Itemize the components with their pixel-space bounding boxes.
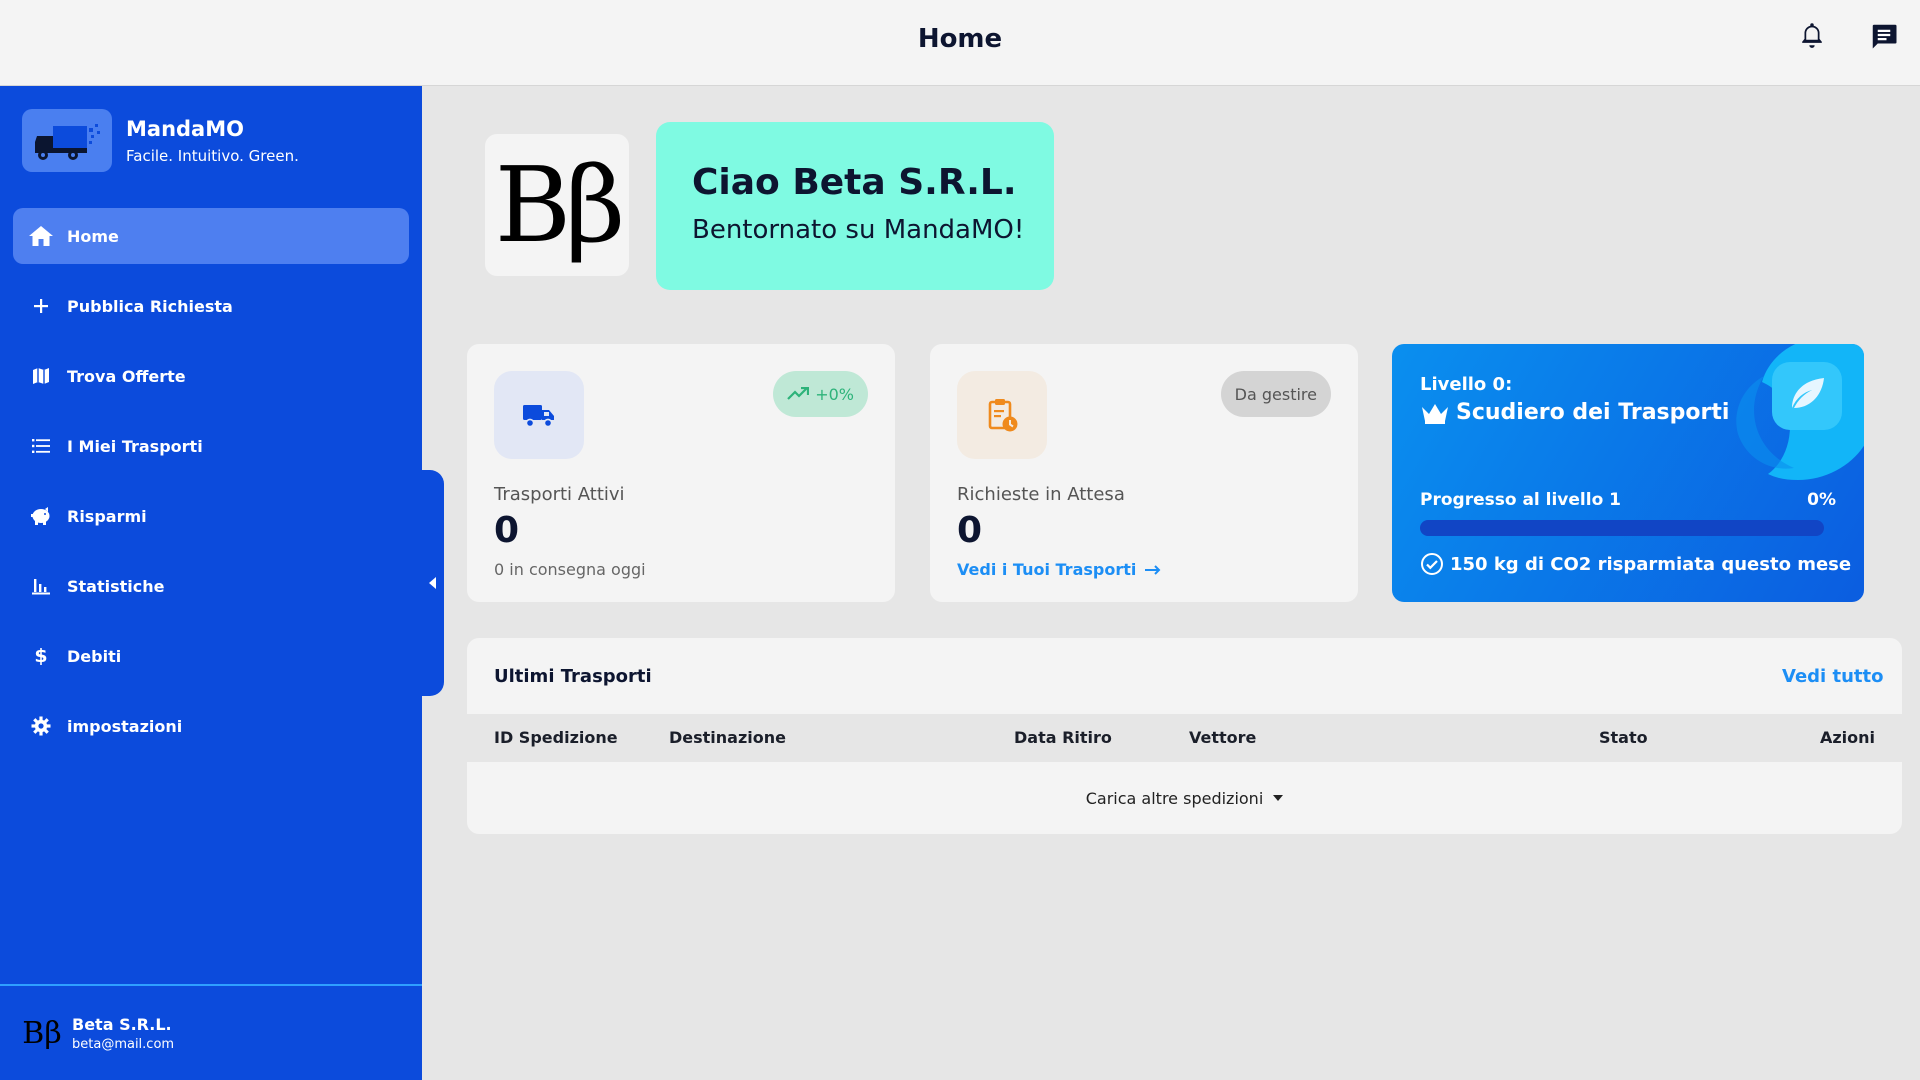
sidebar-item-i-miei-trasporti[interactable]: I Miei Trasporti [13,418,409,474]
user-name: Beta S.R.L. [72,1014,172,1034]
level-name: Scudiero dei Trasporti [1456,400,1730,425]
map-icon [27,362,55,390]
sidebar-item-label: Home [67,226,119,246]
greeting-banner: Ciao Beta S.R.L. Bentornato su MandaMO! [656,122,1054,290]
recent-transports-table: Ultimi Trasporti Vedi tutto ID Spedizion… [467,638,1902,834]
avatar: Bβ [20,1011,64,1055]
sidebar-item-statistiche[interactable]: Statistiche [13,558,409,614]
main-content: Bβ Ciao Beta S.R.L. Bentornato su MandaM… [422,86,1920,1080]
company-logo: Bβ [485,134,629,276]
co2-row: 150 kg di CO2 risparmiata questo mese [1420,552,1851,576]
crown-icon [1422,403,1448,424]
active-transports-card: +0% Trasporti Attivi 0 0 in consegna ogg… [467,344,895,602]
sidebar-item-trova-offerte[interactable]: Trova Offerte [13,348,409,404]
trend-value: +0% [815,384,854,404]
leaf-badge-icon [1736,344,1864,480]
top-bar: Home [0,0,1920,86]
level-label: Livello 0: [1420,374,1513,395]
view-transports-link[interactable]: Vedi i Tuoi Trasporti [957,560,1162,579]
sidebar-item-label: Risparmi [67,506,147,526]
sidebar-item-impostazioni[interactable]: impostazioni [13,698,409,754]
card-label: Trasporti Attivi [494,484,625,505]
sidebar-item-label: Debiti [67,646,122,666]
list-icon [27,432,55,460]
brand-tagline: Facile. Intuitivo. Green. [126,146,299,165]
user-profile[interactable]: Bβ Beta S.R.L. beta@mail.com [0,984,422,1080]
sidebar-item-debiti[interactable]: $ Debiti [13,628,409,684]
trending-up-icon [787,387,810,400]
view-all-link[interactable]: Vedi tutto [1782,666,1902,687]
column-header[interactable]: Data Ritiro [1014,728,1112,747]
table-header: ID Spedizione Destinazione Data Ritiro V… [467,714,1902,762]
sidebar-item-label: Trova Offerte [67,366,186,386]
co2-text: 150 kg di CO2 risparmiata questo mese [1450,553,1852,575]
notifications-button[interactable] [1790,14,1834,58]
sidebar-item-label: Pubblica Richiesta [67,296,233,316]
sidebar-item-label: I Miei Trasporti [67,436,203,456]
card-footer: 0 in consegna oggi [494,560,646,579]
column-header[interactable]: Vettore [1189,728,1256,747]
link-label: Vedi i Tuoi Trasporti [957,560,1137,579]
truck-logo-icon [35,123,100,160]
brand[interactable]: MandaMO Facile. Intuitivo. Green. [22,109,299,172]
sidebar-item-pubblica-richiesta[interactable]: Pubblica Richiesta [13,278,409,334]
brand-name: MandaMO [126,116,244,141]
check-circle-icon [1421,553,1443,575]
card-label: Richieste in Attesa [957,484,1125,505]
level-name-row: Scudiero dei Trasporti [1420,400,1729,425]
sidebar-item-home[interactable]: Home [13,208,409,264]
bar-chart-icon [27,572,55,600]
column-header[interactable]: ID Spedizione [494,728,618,747]
progress-bar [1420,520,1824,536]
card-value: 0 [957,510,983,551]
column-header[interactable]: Destinazione [669,728,786,747]
trend-badge: +0% [773,371,868,417]
plus-icon [27,292,55,320]
card-value: 0 [494,510,520,551]
gear-icon [27,712,55,740]
progress-percent: 0% [1807,490,1836,510]
clipboard-clock-icon [957,371,1047,459]
pending-requests-card: Da gestire Richieste in Attesa 0 Vedi i … [930,344,1358,602]
sidebar-item-label: impostazioni [67,716,183,736]
dollar-icon: $ [34,645,48,667]
sidebar-nav: Home Pubblica Richiesta Trova Offerte I … [13,208,409,768]
brand-logo [22,109,112,172]
home-icon [27,222,55,250]
sidebar-item-risparmi[interactable]: Risparmi [13,488,409,544]
truck-icon [494,371,584,459]
sidebar-item-label: Statistiche [67,576,165,596]
greeting-subtitle: Bentornato su MandaMO! [692,215,1025,245]
level-card: Livello 0: Scudiero dei Trasporti Progre… [1392,344,1864,602]
table-title: Ultimi Trasporti [494,665,652,687]
load-more-button[interactable]: Carica altre spedizioni [467,762,1902,834]
status-badge: Da gestire [1220,371,1331,417]
piggy-bank-icon [27,502,55,530]
column-header[interactable]: Azioni [1820,728,1875,747]
sidebar: MandaMO Facile. Intuitivo. Green. Home P… [0,86,422,1080]
chat-icon [1872,24,1897,49]
load-more-label: Carica altre spedizioni [1085,788,1264,808]
arrow-right-icon [1145,564,1161,575]
messages-button[interactable] [1862,14,1906,58]
column-header[interactable]: Stato [1599,728,1648,747]
caret-down-icon [1273,795,1284,801]
user-email: beta@mail.com [72,1036,175,1052]
page-title: Home [917,24,1003,54]
greeting-title: Ciao Beta S.R.L. [692,162,1017,203]
bell-icon [1802,23,1822,48]
progress-label: Progresso al livello 1 [1420,490,1622,510]
